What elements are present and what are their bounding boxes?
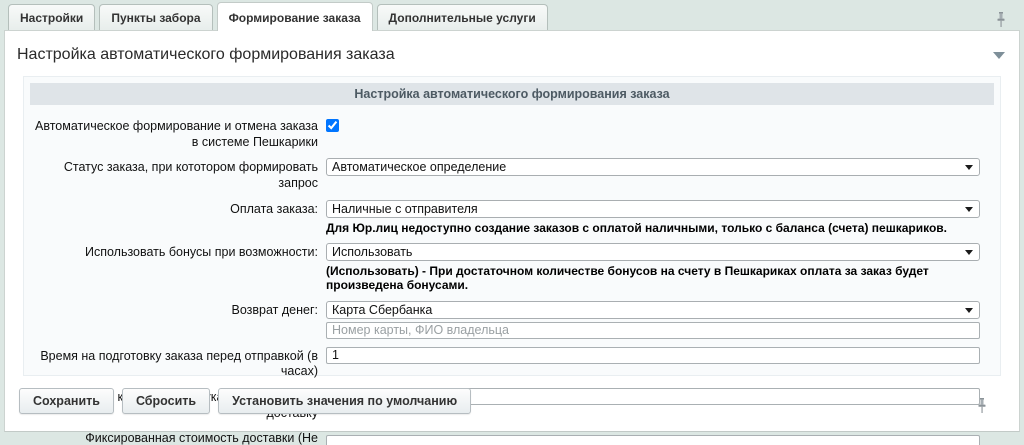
bonuses-hint: (Использовать) - При достаточном количес… xyxy=(326,264,980,293)
payment-select[interactable]: Наличные с отправителя xyxy=(326,200,980,218)
form-row-prep-time: Время на подготовку заказа перед отправк… xyxy=(30,347,994,380)
order-status-select[interactable]: Автоматическое определение xyxy=(326,158,980,176)
reset-button[interactable]: Сбросить xyxy=(122,388,210,414)
form-row-fixed-price: Фиксированная стоимость доставки (Не исп… xyxy=(30,429,994,445)
form-row-auto-formation: Автоматическое формирование и отмена зак… xyxy=(30,117,994,150)
field-label: Время на подготовку заказа перед отправк… xyxy=(30,347,326,380)
form-row-order-status: Статус заказа, при кототором формировать… xyxy=(30,158,994,191)
tab-bar: Настройки Пункты забора Формирование зак… xyxy=(0,0,1024,30)
pin-icon[interactable] xyxy=(996,12,1006,31)
refund-select[interactable]: Карта Сбербанка xyxy=(326,301,980,319)
field-label: Возврат денег: xyxy=(30,301,326,339)
page-title: Настройка автоматического формирования з… xyxy=(17,46,395,64)
pin-icon[interactable] xyxy=(977,398,987,417)
bonuses-select-wrap: Использовать xyxy=(326,243,980,261)
bonuses-select[interactable]: Использовать xyxy=(326,243,980,261)
panel-title: Настройка автоматического формирования з… xyxy=(30,83,994,105)
chevron-down-icon[interactable] xyxy=(993,52,1005,59)
tab-settings[interactable]: Настройки xyxy=(8,4,95,31)
prep-time-input[interactable] xyxy=(326,347,980,364)
content-card: Настройка автоматического формирования з… xyxy=(4,30,1020,432)
refund-select-wrap: Карта Сбербанка xyxy=(326,301,980,319)
field-label: Фиксированная стоимость доставки (Не исп… xyxy=(30,429,326,445)
field-label: Статус заказа, при кототором формировать… xyxy=(30,158,326,191)
payment-hint: Для Юр.лиц недоступно создание заказов с… xyxy=(326,221,980,235)
form-row-refund: Возврат денег: Карта Сбербанка xyxy=(30,301,994,339)
tab-additional-services[interactable]: Дополнительные услуги xyxy=(377,4,548,31)
set-defaults-button[interactable]: Установить значения по умолчанию xyxy=(218,388,471,414)
settings-panel: Настройка автоматического формирования з… xyxy=(23,76,1001,376)
field-label: Автоматическое формирование и отмена зак… xyxy=(30,117,326,150)
form-row-bonuses: Использовать бонусы при возможности: Исп… xyxy=(30,243,994,293)
card-header: Настройка автоматического формирования з… xyxy=(5,31,1019,76)
form-row-payment: Оплата заказа: Наличные с отправителя Дл… xyxy=(30,200,994,235)
field-label: Оплата заказа: xyxy=(30,200,326,235)
auto-formation-checkbox[interactable] xyxy=(326,119,339,132)
tab-pickup-points[interactable]: Пункты забора xyxy=(99,4,212,31)
payment-select-wrap: Наличные с отправителя xyxy=(326,200,980,218)
save-button[interactable]: Сохранить xyxy=(19,388,114,414)
order-status-select-wrap: Автоматическое определение xyxy=(326,158,980,176)
card-number-input[interactable] xyxy=(326,322,980,339)
tab-order-formation[interactable]: Формирование заказа xyxy=(217,2,373,31)
fixed-price-input[interactable] xyxy=(326,435,980,445)
field-label: Использовать бонусы при возможности: xyxy=(30,243,326,293)
